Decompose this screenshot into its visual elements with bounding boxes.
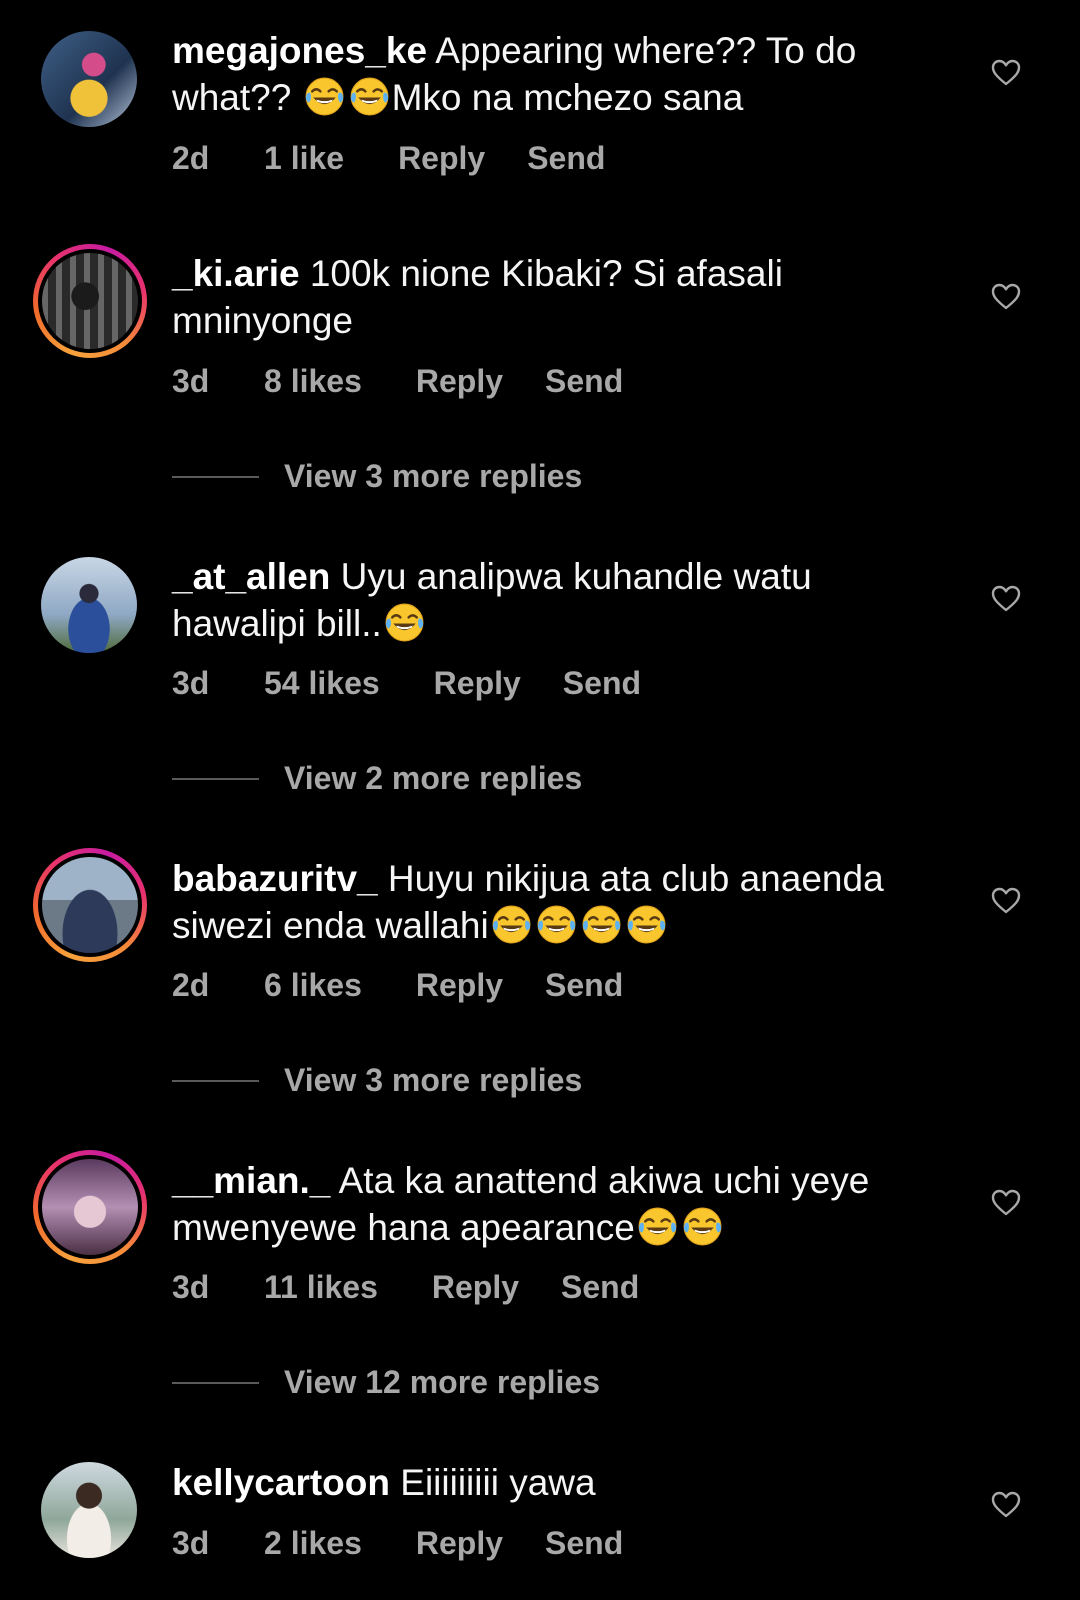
- avatar-story-ring[interactable]: [33, 848, 147, 962]
- send-button[interactable]: Send: [545, 1525, 623, 1562]
- face-with-tears-of-joy-icon: [304, 76, 345, 117]
- avatar[interactable]: [41, 557, 137, 653]
- view-replies-label[interactable]: View 3 more replies: [284, 458, 582, 495]
- avatar-ring-gap: [38, 249, 142, 353]
- face-with-tears-of-joy-icon: [682, 1206, 723, 1247]
- comment-likes[interactable]: 1 like: [264, 140, 344, 177]
- send-button[interactable]: Send: [545, 363, 623, 400]
- comment-text: _at_allen Uyu analipwa kuhandle watu haw…: [172, 553, 942, 647]
- face-with-tears-of-joy-icon: [637, 1206, 678, 1247]
- comment-body: Eiiiiiiiii yawa: [400, 1462, 596, 1503]
- heart-outline-icon[interactable]: [990, 885, 1022, 917]
- reply-button[interactable]: Reply: [416, 1525, 503, 1562]
- avatar-image: [42, 1159, 138, 1255]
- comment-username[interactable]: _at_allen: [172, 556, 330, 597]
- avatar-story-ring[interactable]: [33, 1150, 147, 1264]
- comment-username[interactable]: babazuritv_: [172, 858, 378, 899]
- reply-button[interactable]: Reply: [416, 363, 503, 400]
- view-more-replies[interactable]: View 2 more replies: [172, 760, 582, 797]
- comment-username[interactable]: kellycartoon: [172, 1462, 390, 1503]
- reply-button[interactable]: Reply: [398, 140, 485, 177]
- reply-button[interactable]: Reply: [434, 665, 521, 702]
- comment-username[interactable]: __mian._: [172, 1160, 330, 1201]
- comment-text: megajones_ke Appearing where?? To do wha…: [172, 27, 942, 121]
- avatar-image: [42, 857, 138, 953]
- avatar-ring-gap: [38, 853, 142, 957]
- send-button[interactable]: Send: [563, 665, 641, 702]
- heart-outline-icon[interactable]: [990, 1187, 1022, 1219]
- comment-text: _ki.arie 100k nione Kibaki? Si afasali m…: [172, 250, 942, 344]
- avatar-image: [41, 31, 137, 127]
- face-with-tears-of-joy-icon: [349, 76, 390, 117]
- view-more-replies[interactable]: View 3 more replies: [172, 458, 582, 495]
- send-button[interactable]: Send: [561, 1269, 639, 1306]
- face-with-tears-of-joy-icon: [581, 904, 622, 945]
- avatar-image: [41, 1462, 137, 1558]
- heart-outline-icon[interactable]: [990, 1489, 1022, 1521]
- heart-outline-icon[interactable]: [990, 57, 1022, 89]
- avatar[interactable]: [41, 31, 137, 127]
- send-button[interactable]: Send: [527, 140, 605, 177]
- avatar[interactable]: [41, 1462, 137, 1558]
- comment-text: kellycartoon Eiiiiiiiii yawa: [172, 1459, 942, 1506]
- heart-outline-icon[interactable]: [990, 583, 1022, 615]
- replies-divider-line: [172, 1079, 259, 1082]
- replies-divider-line: [172, 475, 259, 478]
- comment-username[interactable]: _ki.arie: [172, 253, 300, 294]
- comment-username[interactable]: megajones_ke: [172, 30, 427, 71]
- view-replies-label[interactable]: View 3 more replies: [284, 1062, 582, 1099]
- comment-time: 3d: [172, 1525, 210, 1561]
- comment-likes[interactable]: 2 likes: [264, 1525, 362, 1562]
- send-button[interactable]: Send: [545, 967, 623, 1004]
- comment-time: 3d: [172, 363, 210, 399]
- comment-body-end: Mko na mchezo sana: [391, 77, 744, 118]
- avatar-story-ring[interactable]: [33, 244, 147, 358]
- comment-meta: 3d 11 likes Reply Send: [172, 1269, 639, 1306]
- reply-button[interactable]: Reply: [432, 1269, 519, 1306]
- face-with-tears-of-joy-icon: [384, 602, 425, 643]
- comment-time: 3d: [172, 1269, 210, 1305]
- view-more-replies[interactable]: View 3 more replies: [172, 1062, 582, 1099]
- comment-likes[interactable]: 8 likes: [264, 363, 362, 400]
- avatar-image: [42, 253, 138, 349]
- comment-meta: 3d 54 likes Reply Send: [172, 665, 641, 702]
- comment-time: 2d: [172, 140, 210, 176]
- view-replies-label[interactable]: View 12 more replies: [284, 1364, 600, 1401]
- comment-meta: 2d 1 like Reply Send: [172, 140, 605, 177]
- avatar-ring-gap: [38, 1155, 142, 1259]
- view-more-replies[interactable]: View 12 more replies: [172, 1364, 600, 1401]
- face-with-tears-of-joy-icon: [491, 904, 532, 945]
- comment-time: 3d: [172, 665, 210, 701]
- comment-likes[interactable]: 6 likes: [264, 967, 362, 1004]
- comment-text: babazuritv_ Huyu nikijua ata club anaend…: [172, 855, 942, 949]
- comment-likes[interactable]: 54 likes: [264, 665, 380, 702]
- reply-button[interactable]: Reply: [416, 967, 503, 1004]
- comment-text: __mian._ Ata ka anattend akiwa uchi yeye…: [172, 1157, 942, 1251]
- comment-meta: 3d 8 likes Reply Send: [172, 363, 623, 400]
- comment-meta: 2d 6 likes Reply Send: [172, 967, 623, 1004]
- view-replies-label[interactable]: View 2 more replies: [284, 760, 582, 797]
- comment-meta: 3d 2 likes Reply Send: [172, 1525, 623, 1562]
- replies-divider-line: [172, 1381, 259, 1384]
- replies-divider-line: [172, 777, 259, 780]
- avatar-image: [41, 557, 137, 653]
- comment-time: 2d: [172, 967, 210, 1003]
- heart-outline-icon[interactable]: [990, 281, 1022, 313]
- face-with-tears-of-joy-icon: [626, 904, 667, 945]
- comment-likes[interactable]: 11 likes: [264, 1269, 378, 1306]
- face-with-tears-of-joy-icon: [536, 904, 577, 945]
